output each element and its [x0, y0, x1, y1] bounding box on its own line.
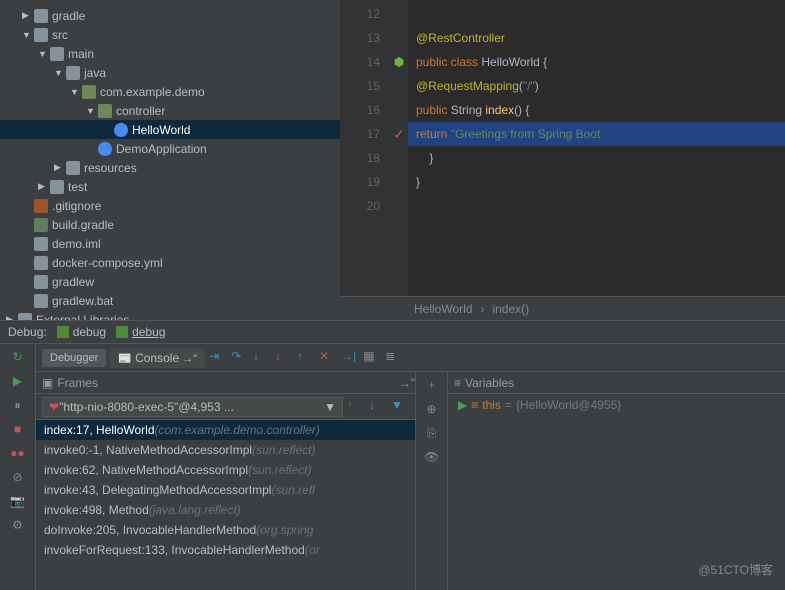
line-gutter: 121314151617181920	[340, 0, 390, 296]
tree-item[interactable]: ▼controller	[0, 101, 340, 120]
settings-icon[interactable]: ⚙	[9, 516, 27, 534]
step-out-icon[interactable]: ↑	[297, 349, 315, 367]
mute-breakpoints-icon[interactable]: ⊘	[9, 468, 27, 486]
tree-item[interactable]: docker-compose.yml	[0, 253, 340, 272]
tree-item[interactable]: ▼com.example.demo	[0, 82, 340, 101]
frame-row[interactable]: invoke:62, NativeMethodAccessorImpl (sun…	[36, 460, 415, 480]
copy-icon[interactable]: ⎘	[423, 424, 441, 442]
run-tab-1[interactable]: debug	[57, 325, 106, 339]
tree-item[interactable]: build.gradle	[0, 215, 340, 234]
vars-icon: ≡	[454, 376, 461, 390]
tree-item[interactable]: ▼src	[0, 25, 340, 44]
tree-item[interactable]: demo.iml	[0, 234, 340, 253]
frames-panel: ▣Frames→" ❤ "http-nio-8080-exec-5"@4,953…	[36, 372, 416, 590]
tree-item[interactable]: ▶External Libraries	[0, 310, 340, 320]
tree-item[interactable]: ▶gradle	[0, 6, 340, 25]
resume-icon[interactable]: ▶	[9, 372, 27, 390]
trace-icon[interactable]: ≣	[385, 349, 403, 367]
next-frame-icon[interactable]: ↓	[369, 398, 387, 416]
breakpoints-icon[interactable]: ●●	[9, 444, 27, 462]
filter-icon[interactable]: ▼	[391, 398, 409, 416]
stop-icon[interactable]: ■	[9, 420, 27, 438]
tab-console[interactable]: 📰 Console →"	[110, 348, 205, 368]
code-editor: 121314151617181920 ⬢✓ @RestController pu…	[340, 0, 785, 320]
frame-row[interactable]: doInvoke:205, InvocableHandlerMethod (or…	[36, 520, 415, 540]
thread-selector[interactable]: ❤ "http-nio-8080-exec-5"@4,953 ...▼	[42, 397, 343, 417]
step-into-icon[interactable]: ↓	[253, 349, 271, 367]
tree-item[interactable]: .gitignore	[0, 196, 340, 215]
show-execution-icon[interactable]: ⇥	[209, 349, 227, 367]
frame-row[interactable]: index:17, HelloWorld (com.example.demo.c…	[36, 420, 415, 440]
add-watch-icon[interactable]: +	[423, 376, 441, 394]
run-to-cursor-icon[interactable]: →|	[341, 349, 359, 367]
debug-toolbar-sidebar: ↻ ▶ ⏸ ■ ●● ⊘ 📷 ⚙	[0, 344, 36, 590]
watches-icon[interactable]: 👁	[423, 448, 441, 466]
variables-panel: + ⊕ ⎘ 👁 ≡ Variables ▶ ≡ this = {HelloWorl…	[416, 372, 785, 590]
tree-item[interactable]: ▼java	[0, 63, 340, 82]
tree-item[interactable]: ▼main	[0, 44, 340, 63]
debug-label: Debug:	[8, 325, 47, 339]
frame-list[interactable]: index:17, HelloWorld (com.example.demo.c…	[36, 420, 415, 590]
pause-icon[interactable]: ⏸	[9, 396, 27, 414]
gutter-marks: ⬢✓	[390, 0, 408, 296]
project-tree[interactable]: ▶gradle▼src▼main▼java▼com.example.demo▼c…	[0, 0, 340, 320]
breadcrumb-class[interactable]: HelloWorld	[414, 302, 472, 316]
rerun-icon[interactable]: ↻	[9, 348, 27, 366]
camera-icon[interactable]: 📷	[9, 492, 27, 510]
debug-header: Debug: debug debug	[0, 320, 785, 344]
breadcrumb[interactable]: HelloWorld › index()	[340, 296, 785, 320]
tree-item[interactable]: HelloWorld	[0, 120, 340, 139]
vars-label: Variables	[465, 376, 514, 390]
new-watch-icon[interactable]: ⊕	[423, 400, 441, 418]
tree-item[interactable]: ▶test	[0, 177, 340, 196]
breadcrumb-method[interactable]: index()	[492, 302, 529, 316]
step-over-icon[interactable]: ↷	[231, 349, 249, 367]
watermark: @51CTO博客	[698, 561, 773, 578]
frames-icon: ▣	[42, 376, 53, 390]
variable-row[interactable]: ▶ ≡ this = {HelloWorld@4955}	[448, 394, 785, 416]
frame-row[interactable]: invoke:498, Method (java.lang.reflect)	[36, 500, 415, 520]
tree-item[interactable]: ▶resources	[0, 158, 340, 177]
force-step-into-icon[interactable]: ↓	[275, 349, 293, 367]
tree-item[interactable]: gradlew	[0, 272, 340, 291]
frame-row[interactable]: invoke0:-1, NativeMethodAccessorImpl (su…	[36, 440, 415, 460]
drop-frame-icon[interactable]: ✕	[319, 349, 337, 367]
debugger-tabs: Debugger 📰 Console →" ⇥ ↷ ↓ ↓ ↑ ✕ →| ▦ ≣	[36, 344, 785, 372]
code-content[interactable]: @RestController public class HelloWorld …	[408, 0, 785, 296]
tree-item[interactable]: DemoApplication	[0, 139, 340, 158]
frame-row[interactable]: invokeForRequest:133, InvocableHandlerMe…	[36, 540, 415, 560]
evaluate-icon[interactable]: ▦	[363, 349, 381, 367]
tree-item[interactable]: gradlew.bat	[0, 291, 340, 310]
frame-row[interactable]: invoke:43, DelegatingMethodAccessorImpl …	[36, 480, 415, 500]
run-tab-2[interactable]: debug	[116, 325, 165, 339]
tab-debugger[interactable]: Debugger	[42, 349, 106, 367]
prev-frame-icon[interactable]: ↑	[347, 398, 365, 416]
frames-label: Frames	[57, 376, 98, 390]
